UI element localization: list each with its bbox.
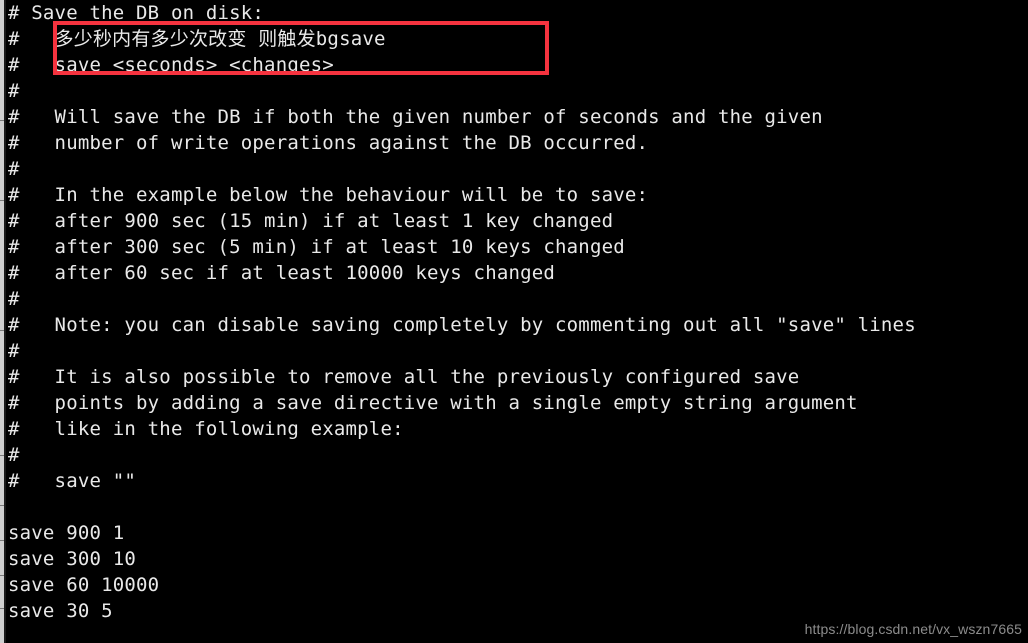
code-line: # [8, 158, 20, 180]
window-left-edge-shadow [4, 0, 6, 643]
code-line-save-60: save 60 10000 [8, 574, 160, 596]
code-line: # Note: you can disable saving completel… [8, 314, 916, 336]
code-line-save-300: save 300 10 [8, 548, 137, 570]
code-line: # like in the following example: [8, 418, 404, 440]
code-line: # save "" [8, 470, 137, 492]
config-file-text[interactable]: # Save the DB on disk: # 多少秒内有多少次改变 则触发b… [8, 0, 1028, 624]
code-line: # It is also possible to remove all the … [8, 366, 800, 388]
watermark-url: https://blog.csdn.net/vx_wszn7665 [804, 621, 1022, 637]
code-line: # Will save the DB if both the given num… [8, 106, 823, 128]
code-line: # [8, 340, 20, 362]
code-line-annotation-cn: # 多少秒内有多少次改变 则触发bgsave [8, 28, 386, 50]
code-line: # [8, 444, 20, 466]
code-line: # after 900 sec (15 min) if at least 1 k… [8, 210, 614, 232]
code-line: # [8, 288, 20, 310]
code-line: # points by adding a save directive with… [8, 392, 858, 414]
code-line: # number of write operations against the… [8, 132, 649, 154]
code-line-save-syntax: # save <seconds> <changes> [8, 54, 334, 76]
code-line: # after 60 sec if at least 10000 keys ch… [8, 262, 556, 284]
terminal-window: # Save the DB on disk: # 多少秒内有多少次改变 则触发b… [0, 0, 1028, 643]
code-line: # In the example below the behaviour wil… [8, 184, 649, 206]
code-line: # [8, 80, 20, 102]
code-line-save-900: save 900 1 [8, 522, 125, 544]
code-line: # Save the DB on disk: [8, 2, 265, 24]
code-line: # after 300 sec (5 min) if at least 10 k… [8, 236, 625, 258]
